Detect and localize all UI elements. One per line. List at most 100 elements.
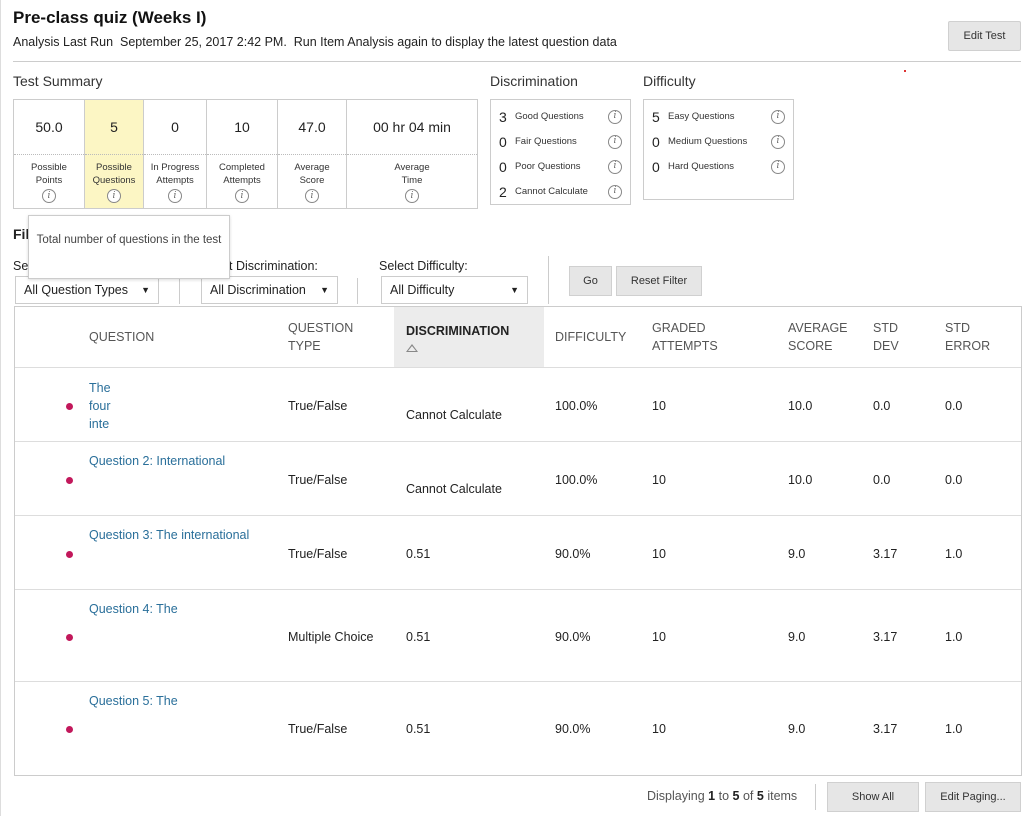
info-icon[interactable]: i	[608, 184, 622, 199]
info-icon[interactable]: i	[405, 189, 419, 203]
stat-text: Cannot Calculate	[515, 186, 588, 197]
question-type: True/False	[288, 722, 348, 736]
discrimination-row: 0 Poor Questions i	[499, 154, 622, 179]
info-icon[interactable]: i	[608, 134, 622, 149]
test-summary-panel: 50.0 Possible Points i 5 Possible Questi…	[13, 99, 478, 209]
discrimination-value: 0.51	[406, 630, 431, 644]
stat-text: Medium Questions	[668, 136, 748, 147]
info-icon[interactable]: i	[305, 189, 319, 203]
select-value: All Discrimination	[210, 283, 306, 297]
std-error: 0.0	[945, 399, 963, 413]
difficulty-select[interactable]: All Difficulty ▼	[381, 276, 528, 304]
col-question-type[interactable]: QUESTION TYPE	[288, 307, 378, 367]
filter-heading: Fil	[13, 226, 30, 242]
dropdown-arrow-icon: ▼	[320, 285, 329, 295]
question-link[interactable]: Question 2: International	[89, 454, 225, 468]
average-score: 10.0	[788, 399, 813, 413]
question-link[interactable]: Question 4: The	[89, 602, 178, 616]
header-line: TYPE	[288, 339, 321, 353]
info-icon[interactable]: i	[771, 109, 785, 124]
col-average-score[interactable]: AVERAGE SCORE	[788, 307, 868, 367]
summary-value: 47.0	[278, 100, 346, 155]
difficulty-value: 100.0%	[555, 473, 598, 487]
discrimination-value: 0.51	[406, 547, 431, 561]
question-link[interactable]: The four inte	[89, 379, 111, 433]
question-type-label: Se	[13, 259, 29, 273]
summary-value: 0	[144, 100, 206, 155]
reset-filter-button[interactable]: Reset Filter	[616, 266, 702, 296]
stat-count: 0	[652, 158, 660, 175]
col-discrimination[interactable]: DISCRIMINATION	[394, 307, 544, 367]
difficulty-value: 90.0%	[555, 722, 591, 736]
difficulty-value: 100.0%	[555, 399, 598, 413]
paging-word: Displaying	[647, 789, 705, 803]
filter-divider	[548, 256, 549, 304]
col-question[interactable]: QUESTION	[89, 307, 269, 367]
question-link[interactable]: Question 5: The	[89, 694, 178, 708]
summary-label: Completed Attempts i	[207, 155, 277, 208]
info-icon[interactable]: i	[168, 189, 182, 203]
paging-word: of	[742, 789, 754, 803]
col-std-dev[interactable]: STD DEV	[873, 307, 923, 367]
page-title: Pre-class quiz (Weeks I)	[13, 8, 207, 27]
col-difficulty[interactable]: DIFFICULTY	[555, 307, 645, 367]
info-icon[interactable]: i	[107, 189, 121, 203]
summary-label-line: In Progress	[150, 162, 200, 173]
col-graded-attempts[interactable]: GRADED ATTEMPTS	[652, 307, 752, 367]
header-line: SCORE	[788, 339, 833, 353]
header-line: STD	[945, 321, 970, 335]
summary-label-line: Points	[35, 175, 63, 186]
difficulty-panel: 5 Easy Questions i 0 Medium Questions i …	[643, 99, 794, 200]
show-all-button[interactable]: Show All	[827, 782, 919, 812]
question-type-select[interactable]: All Question Types ▼	[15, 276, 159, 304]
summary-completed: 10 Completed Attempts i	[207, 100, 278, 208]
go-button[interactable]: Go	[569, 266, 612, 296]
graded-attempts: 10	[652, 630, 666, 644]
bullet-icon	[66, 551, 73, 558]
paging-word: items	[767, 789, 798, 803]
graded-attempts: 10	[652, 473, 666, 487]
discrimination-value: 0.51	[406, 722, 431, 736]
summary-label-line: Completed	[219, 162, 265, 173]
discrimination-row: 3 Good Questions i	[499, 104, 622, 129]
std-dev: 3.17	[873, 547, 898, 561]
summary-value: 5	[85, 100, 143, 155]
info-icon[interactable]: i	[608, 159, 622, 174]
difficulty-row: 0 Medium Questions i	[652, 129, 785, 154]
edit-test-button[interactable]: Edit Test	[948, 21, 1021, 51]
analysis-status: Analysis Last Run September 25, 2017 2:4…	[13, 35, 617, 49]
discrimination-select[interactable]: All Discrimination ▼	[201, 276, 338, 304]
graded-attempts: 10	[652, 547, 666, 561]
info-icon[interactable]: i	[608, 109, 622, 124]
average-score: 9.0	[788, 722, 806, 736]
summary-label-line: Possible	[31, 162, 67, 173]
info-icon[interactable]: i	[771, 134, 785, 149]
info-icon[interactable]: i	[235, 189, 249, 203]
average-score: 10.0	[788, 473, 813, 487]
info-icon[interactable]: i	[771, 159, 785, 174]
paging-word: to	[718, 789, 730, 803]
bullet-icon	[66, 403, 73, 410]
summary-label-line: Questions	[92, 175, 136, 186]
info-icon[interactable]: i	[42, 189, 56, 203]
stat-count: 0	[652, 133, 660, 150]
question-link[interactable]: Question 3: The international	[89, 528, 249, 542]
stat-text: Hard Questions	[668, 161, 735, 172]
summary-average-time: 00 hr 04 min Average Time i	[347, 100, 477, 208]
dropdown-arrow-icon: ▼	[510, 285, 519, 295]
header-line: ERROR	[945, 339, 991, 353]
paging-to: 5	[732, 789, 740, 803]
header-line: DEV	[873, 339, 899, 353]
summary-value: 00 hr 04 min	[347, 100, 477, 155]
difficulty-filter-label: Select Difficulty:	[379, 259, 468, 273]
bullet-icon	[66, 634, 73, 641]
col-std-error[interactable]: STD ERROR	[945, 307, 1005, 367]
std-dev: 0.0	[873, 473, 891, 487]
edit-paging-button[interactable]: Edit Paging...	[925, 782, 1021, 812]
summary-in-progress: 0 In Progress Attempts i	[144, 100, 207, 208]
stat-text: Poor Questions	[515, 161, 581, 172]
stat-count: 3	[499, 108, 507, 125]
test-summary-label: Test Summary	[13, 73, 103, 89]
std-dev: 3.17	[873, 630, 898, 644]
summary-label-line: Score	[299, 175, 325, 186]
